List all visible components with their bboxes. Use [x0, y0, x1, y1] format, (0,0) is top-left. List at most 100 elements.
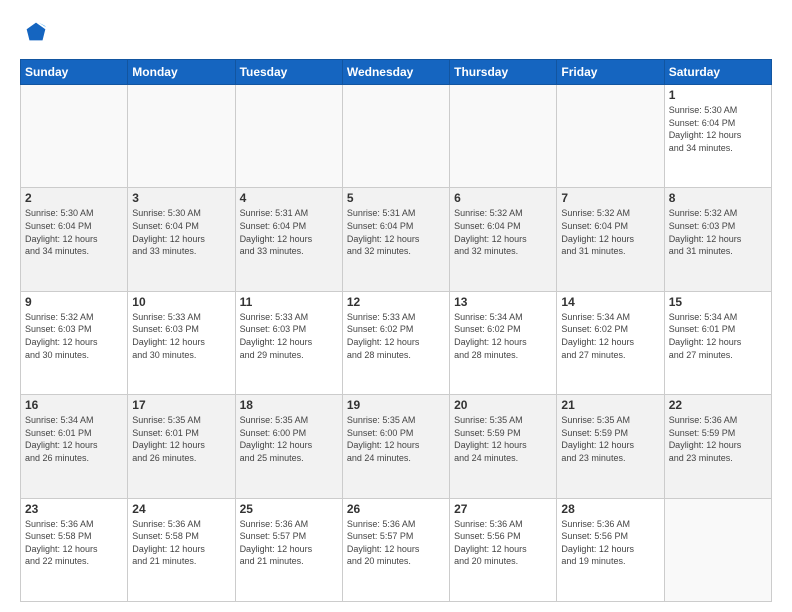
weekday-header-wednesday: Wednesday	[342, 60, 449, 85]
calendar-cell	[664, 498, 771, 601]
day-info: Sunrise: 5:35 AM Sunset: 6:00 PM Dayligh…	[347, 414, 445, 464]
calendar-cell: 14 Sunrise: 5:34 AM Sunset: 6:02 PM Dayli…	[557, 291, 664, 394]
header	[20, 18, 772, 51]
day-number: 28	[561, 502, 659, 516]
calendar-cell: 18 Sunrise: 5:35 AM Sunset: 6:00 PM Dayli…	[235, 395, 342, 498]
day-info: Sunrise: 5:32 AM Sunset: 6:03 PM Dayligh…	[25, 311, 123, 361]
weekday-header-thursday: Thursday	[450, 60, 557, 85]
day-info: Sunrise: 5:34 AM Sunset: 6:02 PM Dayligh…	[454, 311, 552, 361]
calendar-cell: 9 Sunrise: 5:32 AM Sunset: 6:03 PM Daylig…	[21, 291, 128, 394]
day-number: 23	[25, 502, 123, 516]
day-number: 25	[240, 502, 338, 516]
calendar-cell	[235, 85, 342, 188]
calendar-cell: 26 Sunrise: 5:36 AM Sunset: 5:57 PM Dayli…	[342, 498, 449, 601]
day-number: 8	[669, 191, 767, 205]
day-info: Sunrise: 5:36 AM Sunset: 5:57 PM Dayligh…	[347, 518, 445, 568]
weekday-header-tuesday: Tuesday	[235, 60, 342, 85]
day-info: Sunrise: 5:36 AM Sunset: 5:57 PM Dayligh…	[240, 518, 338, 568]
calendar-cell	[128, 85, 235, 188]
calendar-cell: 24 Sunrise: 5:36 AM Sunset: 5:58 PM Dayli…	[128, 498, 235, 601]
day-info: Sunrise: 5:34 AM Sunset: 6:02 PM Dayligh…	[561, 311, 659, 361]
day-info: Sunrise: 5:31 AM Sunset: 6:04 PM Dayligh…	[240, 207, 338, 257]
calendar-cell: 22 Sunrise: 5:36 AM Sunset: 5:59 PM Dayli…	[664, 395, 771, 498]
day-number: 10	[132, 295, 230, 309]
day-number: 24	[132, 502, 230, 516]
calendar-cell: 7 Sunrise: 5:32 AM Sunset: 6:04 PM Daylig…	[557, 188, 664, 291]
calendar-cell: 20 Sunrise: 5:35 AM Sunset: 5:59 PM Dayli…	[450, 395, 557, 498]
day-info: Sunrise: 5:30 AM Sunset: 6:04 PM Dayligh…	[25, 207, 123, 257]
day-info: Sunrise: 5:32 AM Sunset: 6:04 PM Dayligh…	[561, 207, 659, 257]
day-info: Sunrise: 5:34 AM Sunset: 6:01 PM Dayligh…	[25, 414, 123, 464]
day-info: Sunrise: 5:33 AM Sunset: 6:02 PM Dayligh…	[347, 311, 445, 361]
logo	[20, 18, 52, 51]
calendar-week-row: 23 Sunrise: 5:36 AM Sunset: 5:58 PM Dayli…	[21, 498, 772, 601]
day-number: 27	[454, 502, 552, 516]
day-number: 2	[25, 191, 123, 205]
day-info: Sunrise: 5:35 AM Sunset: 5:59 PM Dayligh…	[454, 414, 552, 464]
day-info: Sunrise: 5:36 AM Sunset: 5:56 PM Dayligh…	[561, 518, 659, 568]
day-info: Sunrise: 5:36 AM Sunset: 5:59 PM Dayligh…	[669, 414, 767, 464]
day-number: 15	[669, 295, 767, 309]
calendar-cell	[342, 85, 449, 188]
day-number: 17	[132, 398, 230, 412]
day-number: 18	[240, 398, 338, 412]
calendar-header-row: SundayMondayTuesdayWednesdayThursdayFrid…	[21, 60, 772, 85]
calendar-cell: 21 Sunrise: 5:35 AM Sunset: 5:59 PM Dayli…	[557, 395, 664, 498]
logo-icon	[22, 18, 50, 46]
day-number: 16	[25, 398, 123, 412]
day-info: Sunrise: 5:30 AM Sunset: 6:04 PM Dayligh…	[669, 104, 767, 154]
day-info: Sunrise: 5:33 AM Sunset: 6:03 PM Dayligh…	[132, 311, 230, 361]
weekday-header-sunday: Sunday	[21, 60, 128, 85]
calendar-table: SundayMondayTuesdayWednesdayThursdayFrid…	[20, 59, 772, 602]
calendar-cell: 15 Sunrise: 5:34 AM Sunset: 6:01 PM Dayli…	[664, 291, 771, 394]
calendar-cell: 5 Sunrise: 5:31 AM Sunset: 6:04 PM Daylig…	[342, 188, 449, 291]
day-number: 13	[454, 295, 552, 309]
calendar-week-row: 2 Sunrise: 5:30 AM Sunset: 6:04 PM Daylig…	[21, 188, 772, 291]
day-info: Sunrise: 5:32 AM Sunset: 6:03 PM Dayligh…	[669, 207, 767, 257]
day-number: 21	[561, 398, 659, 412]
day-info: Sunrise: 5:34 AM Sunset: 6:01 PM Dayligh…	[669, 311, 767, 361]
calendar-cell: 10 Sunrise: 5:33 AM Sunset: 6:03 PM Dayli…	[128, 291, 235, 394]
day-number: 6	[454, 191, 552, 205]
day-number: 4	[240, 191, 338, 205]
calendar-cell	[450, 85, 557, 188]
day-info: Sunrise: 5:35 AM Sunset: 6:00 PM Dayligh…	[240, 414, 338, 464]
day-number: 9	[25, 295, 123, 309]
day-number: 22	[669, 398, 767, 412]
day-info: Sunrise: 5:36 AM Sunset: 5:58 PM Dayligh…	[25, 518, 123, 568]
calendar-cell: 6 Sunrise: 5:32 AM Sunset: 6:04 PM Daylig…	[450, 188, 557, 291]
day-number: 11	[240, 295, 338, 309]
weekday-header-saturday: Saturday	[664, 60, 771, 85]
calendar-cell: 25 Sunrise: 5:36 AM Sunset: 5:57 PM Dayli…	[235, 498, 342, 601]
calendar-cell: 3 Sunrise: 5:30 AM Sunset: 6:04 PM Daylig…	[128, 188, 235, 291]
day-number: 26	[347, 502, 445, 516]
day-number: 7	[561, 191, 659, 205]
calendar-cell: 1 Sunrise: 5:30 AM Sunset: 6:04 PM Daylig…	[664, 85, 771, 188]
day-info: Sunrise: 5:35 AM Sunset: 5:59 PM Dayligh…	[561, 414, 659, 464]
calendar-cell: 2 Sunrise: 5:30 AM Sunset: 6:04 PM Daylig…	[21, 188, 128, 291]
day-info: Sunrise: 5:36 AM Sunset: 5:56 PM Dayligh…	[454, 518, 552, 568]
day-number: 20	[454, 398, 552, 412]
calendar-cell: 12Sunrise: 5:33 AM Sunset: 6:02 PM Dayli…	[342, 291, 449, 394]
day-number: 1	[669, 88, 767, 102]
calendar-week-row: 1 Sunrise: 5:30 AM Sunset: 6:04 PM Daylig…	[21, 85, 772, 188]
day-info: Sunrise: 5:36 AM Sunset: 5:58 PM Dayligh…	[132, 518, 230, 568]
calendar-cell	[21, 85, 128, 188]
day-number: 3	[132, 191, 230, 205]
calendar-cell: 11 Sunrise: 5:33 AM Sunset: 6:03 PM Dayli…	[235, 291, 342, 394]
calendar-cell: 8 Sunrise: 5:32 AM Sunset: 6:03 PM Daylig…	[664, 188, 771, 291]
day-info: Sunrise: 5:35 AM Sunset: 6:01 PM Dayligh…	[132, 414, 230, 464]
weekday-header-friday: Friday	[557, 60, 664, 85]
calendar-cell: 19 Sunrise: 5:35 AM Sunset: 6:00 PM Dayli…	[342, 395, 449, 498]
calendar-cell: 28 Sunrise: 5:36 AM Sunset: 5:56 PM Dayli…	[557, 498, 664, 601]
calendar-cell: 23 Sunrise: 5:36 AM Sunset: 5:58 PM Dayli…	[21, 498, 128, 601]
day-number: 14	[561, 295, 659, 309]
day-info: Sunrise: 5:30 AM Sunset: 6:04 PM Dayligh…	[132, 207, 230, 257]
day-info: Sunrise: 5:32 AM Sunset: 6:04 PM Dayligh…	[454, 207, 552, 257]
calendar-cell: 16 Sunrise: 5:34 AM Sunset: 6:01 PM Dayli…	[21, 395, 128, 498]
day-number: 5	[347, 191, 445, 205]
day-info: Sunrise: 5:31 AM Sunset: 6:04 PM Dayligh…	[347, 207, 445, 257]
day-info: Sunrise: 5:33 AM Sunset: 6:03 PM Dayligh…	[240, 311, 338, 361]
calendar-week-row: 16 Sunrise: 5:34 AM Sunset: 6:01 PM Dayli…	[21, 395, 772, 498]
day-number: 19	[347, 398, 445, 412]
